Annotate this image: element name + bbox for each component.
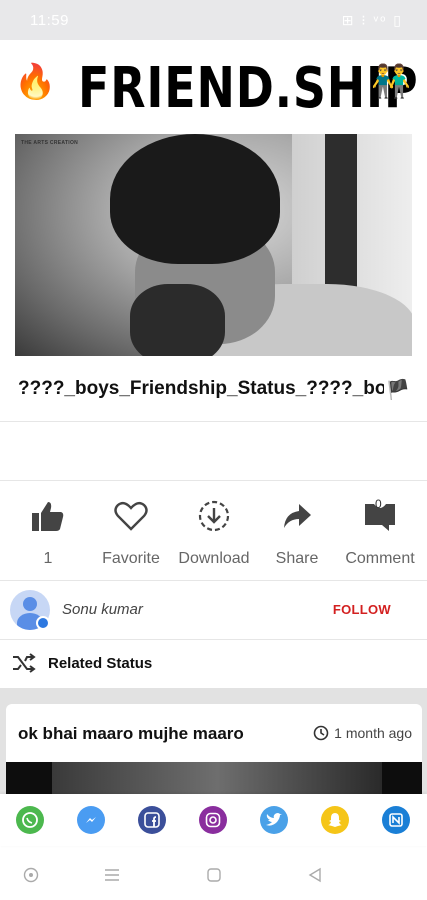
status-bar: 11:59 ⊞ ⁝ ᵛᵒ ▯ (0, 0, 427, 40)
header-banner: 🔥 FRIEND.SHIP 👬 (0, 40, 427, 134)
like-button[interactable]: 1 (5, 496, 91, 580)
related-feed: ok bhai maaro mujhe maaro 1 month ago (0, 688, 427, 804)
comment-icon: 0 (337, 496, 423, 536)
uploader-name[interactable]: Sonu kumar (62, 601, 143, 618)
like-count: 1 (43, 550, 53, 567)
video-watermark: THE ARTS CREATION (21, 140, 79, 146)
video-thumbnail[interactable]: THE ARTS CREATION (15, 134, 412, 356)
screen: 11:59 ⊞ ⁝ ᵛᵒ ▯ 🔥 FRIEND.SHIP 👬 THE ARTS … (0, 0, 427, 900)
comment-label: Comment (345, 550, 415, 567)
status-card-time: 1 month ago (313, 725, 412, 741)
video-title: ????_boys_Friendship_Status_????_bo 🏴 (18, 378, 410, 400)
heart-icon (88, 496, 174, 536)
status-card[interactable]: ok bhai maaro mujhe maaro 1 month ago (6, 704, 422, 804)
status-icons: ⊞ ⁝ ᵛᵒ ▯ (341, 12, 403, 28)
related-status-header: Related Status (0, 640, 427, 688)
clock-icon (313, 725, 329, 741)
related-status-label: Related Status (48, 655, 153, 672)
thumbs-up-icon (5, 496, 91, 536)
download-label: Download (178, 550, 250, 567)
divider (0, 480, 427, 481)
status-time: 11:59 (30, 12, 69, 29)
favorite-label: Favorite (102, 550, 160, 567)
shuffle-icon (12, 652, 36, 679)
comment-count-badge: 0 (375, 497, 382, 511)
snapchat-icon[interactable] (321, 806, 349, 834)
status-card-title: ok bhai maaro mujhe maaro (18, 724, 244, 743)
facebook-icon[interactable] (138, 806, 166, 834)
share-bar (0, 794, 427, 846)
thumb-beard (130, 284, 225, 356)
instagram-icon[interactable] (199, 806, 227, 834)
friends-emoji-icon: 👬 (371, 63, 411, 99)
share-arrow-icon (254, 496, 340, 536)
divider (0, 580, 427, 581)
nav-home-icon[interactable] (203, 864, 225, 886)
avatar-head (23, 597, 37, 611)
twitter-icon[interactable] (260, 806, 288, 834)
banner-title: FRIEND.SHIP (78, 56, 419, 121)
comment-button[interactable]: 0 Comment (337, 496, 423, 580)
nav-back-icon[interactable] (304, 864, 326, 886)
flag-icon: 🏴 (384, 378, 410, 400)
nav-menu-icon[interactable] (101, 864, 123, 886)
share-other-icon[interactable] (382, 806, 410, 834)
follow-button[interactable]: FOLLOW (333, 602, 391, 617)
video-title-text: ????_boys_Friendship_Status_????_bo (18, 378, 387, 399)
messenger-icon[interactable] (77, 806, 105, 834)
download-icon (171, 496, 257, 536)
verified-badge-icon (36, 616, 50, 630)
system-nav-bar (0, 850, 427, 900)
status-card-time-text: 1 month ago (334, 725, 412, 741)
whatsapp-icon[interactable] (16, 806, 44, 834)
action-row: 1 Favorite Download Share 0 Comment (0, 496, 427, 580)
divider (0, 421, 427, 422)
thumb-hair (110, 134, 280, 264)
fire-emoji-icon: 🔥 (14, 63, 57, 101)
download-button[interactable]: Download (171, 496, 257, 580)
favorite-button[interactable]: Favorite (88, 496, 174, 580)
share-label: Share (275, 550, 319, 567)
share-button[interactable]: Share (254, 496, 340, 580)
nav-assistant-icon[interactable] (20, 864, 42, 886)
uploader-row: Sonu kumar FOLLOW (0, 582, 427, 638)
